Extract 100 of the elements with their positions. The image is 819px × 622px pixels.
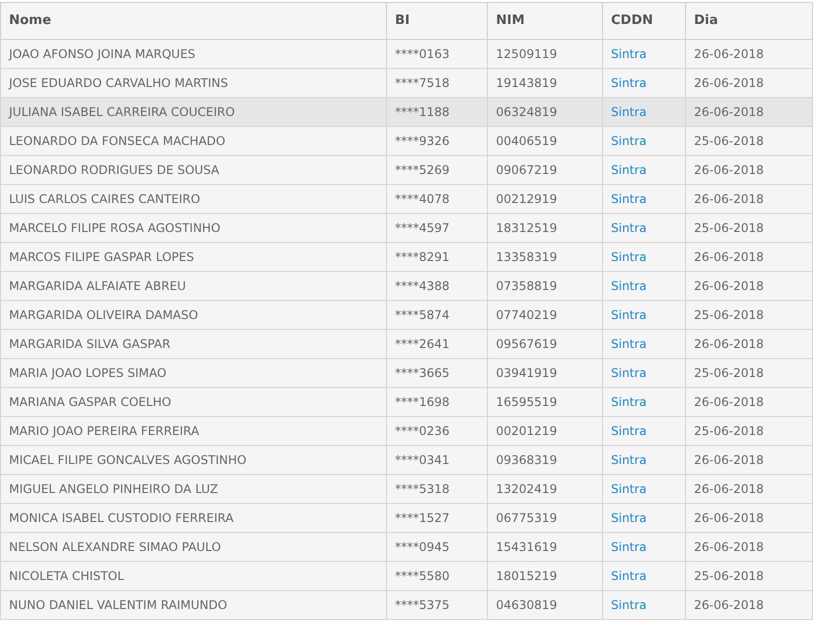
table-cell: 18312519 bbox=[496, 221, 558, 235]
table-cell: ****5874 bbox=[395, 308, 450, 322]
table-row[interactable]: MARGARIDA ALFAIATE ABREU ****4388 07358819 Sintra 26-06-2018 bbox=[0, 272, 812, 300]
table-cell: MICAEL FILIPE GONCALVES AGOSTINHO bbox=[9, 453, 246, 467]
table-cell: 26-06-2018 bbox=[694, 482, 764, 496]
table-row[interactable]: JOSE EDUARDO CARVALHO MARTINS ****7518 19143819 Sintra 26-06-2018 bbox=[0, 68, 812, 98]
table-cell: 26-06-2018 bbox=[694, 192, 764, 206]
table-cell: 03941919 bbox=[496, 366, 558, 380]
table-cell: 06775319 bbox=[496, 511, 558, 525]
table-cell: 25-06-2018 bbox=[694, 366, 764, 380]
table-row[interactable]: MARIO JOAO PEREIRA FERREIRA ****0236 00201219 Sintra 25-06-2018 bbox=[0, 416, 812, 446]
table-cell: 25-06-2018 bbox=[694, 569, 764, 583]
table-cell: 26-06-2018 bbox=[694, 395, 764, 409]
table-cell: 07740219 bbox=[496, 308, 558, 322]
table-row[interactable]: MARIA JOAO LOPES SIMAO ****3665 03941919 Sintra 25-06-2018 bbox=[0, 358, 812, 388]
table-cell: ****1188 bbox=[395, 105, 450, 119]
table-row[interactable]: JOAO AFONSO JOINA MARQUES ****0163 12509119 Sintra 26-06-2018 bbox=[0, 40, 812, 68]
table-cell: 25-06-2018 bbox=[694, 424, 764, 438]
table-cell: ****8291 bbox=[395, 250, 450, 264]
table-cell: 12509119 bbox=[496, 47, 558, 61]
table-cell: 26-06-2018 bbox=[694, 511, 764, 525]
table-cell: 26-06-2018 bbox=[694, 47, 764, 61]
table-cell: 06324819 bbox=[496, 105, 558, 119]
table-cell: ****5269 bbox=[395, 163, 450, 177]
table-cell: 00406519 bbox=[496, 134, 558, 148]
table-row[interactable]: MONICA ISABEL CUSTODIO FERREIRA ****1527 06775319 Sintra 26-06-2018 bbox=[0, 504, 812, 532]
table-row[interactable]: MARGARIDA OLIVEIRA DAMASO ****5874 07740219 Sintra 25-06-2018 bbox=[0, 300, 812, 330]
table-row[interactable]: LUIS CARLOS CAIRES CANTEIRO ****4078 00212919 Sintra 26-06-2018 bbox=[0, 184, 812, 214]
table-cell: 25-06-2018 bbox=[694, 221, 764, 235]
column-header: Nome bbox=[0, 2, 386, 40]
table-cell: LEONARDO DA FONSECA MACHADO bbox=[9, 134, 226, 148]
table-cell: ****5318 bbox=[395, 482, 450, 496]
table-row[interactable]: JULIANA ISABEL CARREIRA COUCEIRO ****1188 06324819 Sintra 26-06-2018 bbox=[0, 98, 812, 126]
table-cell: 26-06-2018 bbox=[694, 453, 764, 467]
table-cell: 16595519 bbox=[496, 395, 558, 409]
table-cell: 18015219 bbox=[496, 569, 558, 583]
table-cell: MARCELO FILIPE ROSA AGOSTINHO bbox=[9, 221, 220, 235]
table-row[interactable]: MICAEL FILIPE GONCALVES AGOSTINHO ****0341 09368319 Sintra 26-06-2018 bbox=[0, 446, 812, 474]
table-cell: 00212919 bbox=[496, 192, 558, 206]
table-row[interactable]: LEONARDO DA FONSECA MACHADO ****9326 00406519 Sintra 25-06-2018 bbox=[0, 126, 812, 156]
table-cell: ****4597 bbox=[395, 221, 450, 235]
table-row[interactable]: NUNO DANIEL VALENTIM RAIMUNDO ****5375 04630819 Sintra 26-06-2018 bbox=[0, 590, 812, 620]
table-cell: ****3665 bbox=[395, 366, 450, 380]
table-cell: MARGARIDA OLIVEIRA DAMASO bbox=[9, 308, 198, 322]
table-cell: NELSON ALEXANDRE SIMAO PAULO bbox=[9, 540, 221, 554]
table-cell: ****9326 bbox=[395, 134, 450, 148]
table-cell: 19143819 bbox=[496, 76, 558, 90]
table-cell: 00201219 bbox=[496, 424, 558, 438]
table-cell: 07358819 bbox=[496, 279, 558, 293]
table-cell: 13202419 bbox=[496, 482, 558, 496]
table-cell: MARGARIDA SILVA GASPAR bbox=[9, 337, 170, 351]
table-cell: MARCOS FILIPE GASPAR LOPES bbox=[9, 250, 194, 264]
table-cell: MARGARIDA ALFAIATE ABREU bbox=[9, 279, 186, 293]
table-cell: JOSE EDUARDO CARVALHO MARTINS bbox=[9, 76, 228, 90]
table-cell: 15431619 bbox=[496, 540, 558, 554]
table-cell: MARIANA GASPAR COELHO bbox=[9, 395, 172, 409]
table-cell: 09368319 bbox=[496, 453, 558, 467]
table-cell: ****2641 bbox=[395, 337, 450, 351]
table-cell: MARIO JOAO PEREIRA FERREIRA bbox=[9, 424, 200, 438]
table-cell: 09067219 bbox=[496, 163, 558, 177]
table-cell: 09567619 bbox=[496, 337, 558, 351]
table-cell: 26-06-2018 bbox=[694, 250, 764, 264]
table-cell: 25-06-2018 bbox=[694, 308, 764, 322]
table-cell: MONICA ISABEL CUSTODIO FERREIRA bbox=[9, 511, 234, 525]
table-cell: 26-06-2018 bbox=[694, 105, 764, 119]
table-row[interactable]: MIGUEL ANGELO PINHEIRO DA LUZ ****5318 13202419 Sintra 26-06-2018 bbox=[0, 474, 812, 504]
table-row[interactable]: MARIANA GASPAR COELHO ****1698 16595519 Sintra 26-06-2018 bbox=[0, 388, 812, 416]
table-cell: ****4388 bbox=[395, 279, 450, 293]
table-cell: ****0945 bbox=[395, 540, 450, 554]
table-cell: 26-06-2018 bbox=[694, 279, 764, 293]
table-cell: 26-06-2018 bbox=[694, 337, 764, 351]
table-cell: ****5580 bbox=[395, 569, 450, 583]
table-cell: ****4078 bbox=[395, 192, 450, 206]
table-cell: LUIS CARLOS CAIRES CANTEIRO bbox=[9, 192, 200, 206]
table-row[interactable]: MARGARIDA SILVA GASPAR ****2641 09567619 Sintra 26-06-2018 bbox=[0, 330, 812, 358]
table-cell: 04630819 bbox=[496, 598, 558, 612]
table-cell: 26-06-2018 bbox=[694, 540, 764, 554]
table-cell: 26-06-2018 bbox=[694, 598, 764, 612]
table-cell: 13358319 bbox=[496, 250, 558, 264]
table-cell: ****0341 bbox=[395, 453, 450, 467]
table-row[interactable]: NELSON ALEXANDRE SIMAO PAULO ****0945 15431619 Sintra 26-06-2018 bbox=[0, 532, 812, 562]
table-row[interactable]: MARCELO FILIPE ROSA AGOSTINHO ****4597 18312519 Sintra 25-06-2018 bbox=[0, 214, 812, 242]
table-cell: ****0236 bbox=[395, 424, 450, 438]
table-cell: JULIANA ISABEL CARREIRA COUCEIRO bbox=[9, 105, 235, 119]
table-cell: ****5375 bbox=[395, 598, 450, 612]
table-cell: LEONARDO RODRIGUES DE SOUSA bbox=[9, 163, 220, 177]
table-cell: 26-06-2018 bbox=[694, 163, 764, 177]
table-cell: JOAO AFONSO JOINA MARQUES bbox=[9, 47, 196, 61]
table-cell: ****1698 bbox=[395, 395, 450, 409]
table-cell: ****0163 bbox=[395, 47, 450, 61]
table-cell: 26-06-2018 bbox=[694, 76, 764, 90]
table-cell: NUNO DANIEL VALENTIM RAIMUNDO bbox=[9, 598, 228, 612]
table-row[interactable]: LEONARDO RODRIGUES DE SOUSA ****5269 09067219 Sintra 26-06-2018 bbox=[0, 156, 812, 184]
table-row[interactable]: MARCOS FILIPE GASPAR LOPES ****8291 13358319 Sintra 26-06-2018 bbox=[0, 242, 812, 272]
table-cell: 25-06-2018 bbox=[694, 134, 764, 148]
table-cell: ****7518 bbox=[395, 76, 450, 90]
table-cell: NICOLETA CHISTOL bbox=[9, 569, 124, 583]
table-cell: MIGUEL ANGELO PINHEIRO DA LUZ bbox=[9, 482, 218, 496]
table-row[interactable]: NICOLETA CHISTOL ****5580 18015219 Sintra 25-06-2018 bbox=[0, 562, 812, 590]
table-cell: MARIA JOAO LOPES SIMAO bbox=[9, 366, 166, 380]
